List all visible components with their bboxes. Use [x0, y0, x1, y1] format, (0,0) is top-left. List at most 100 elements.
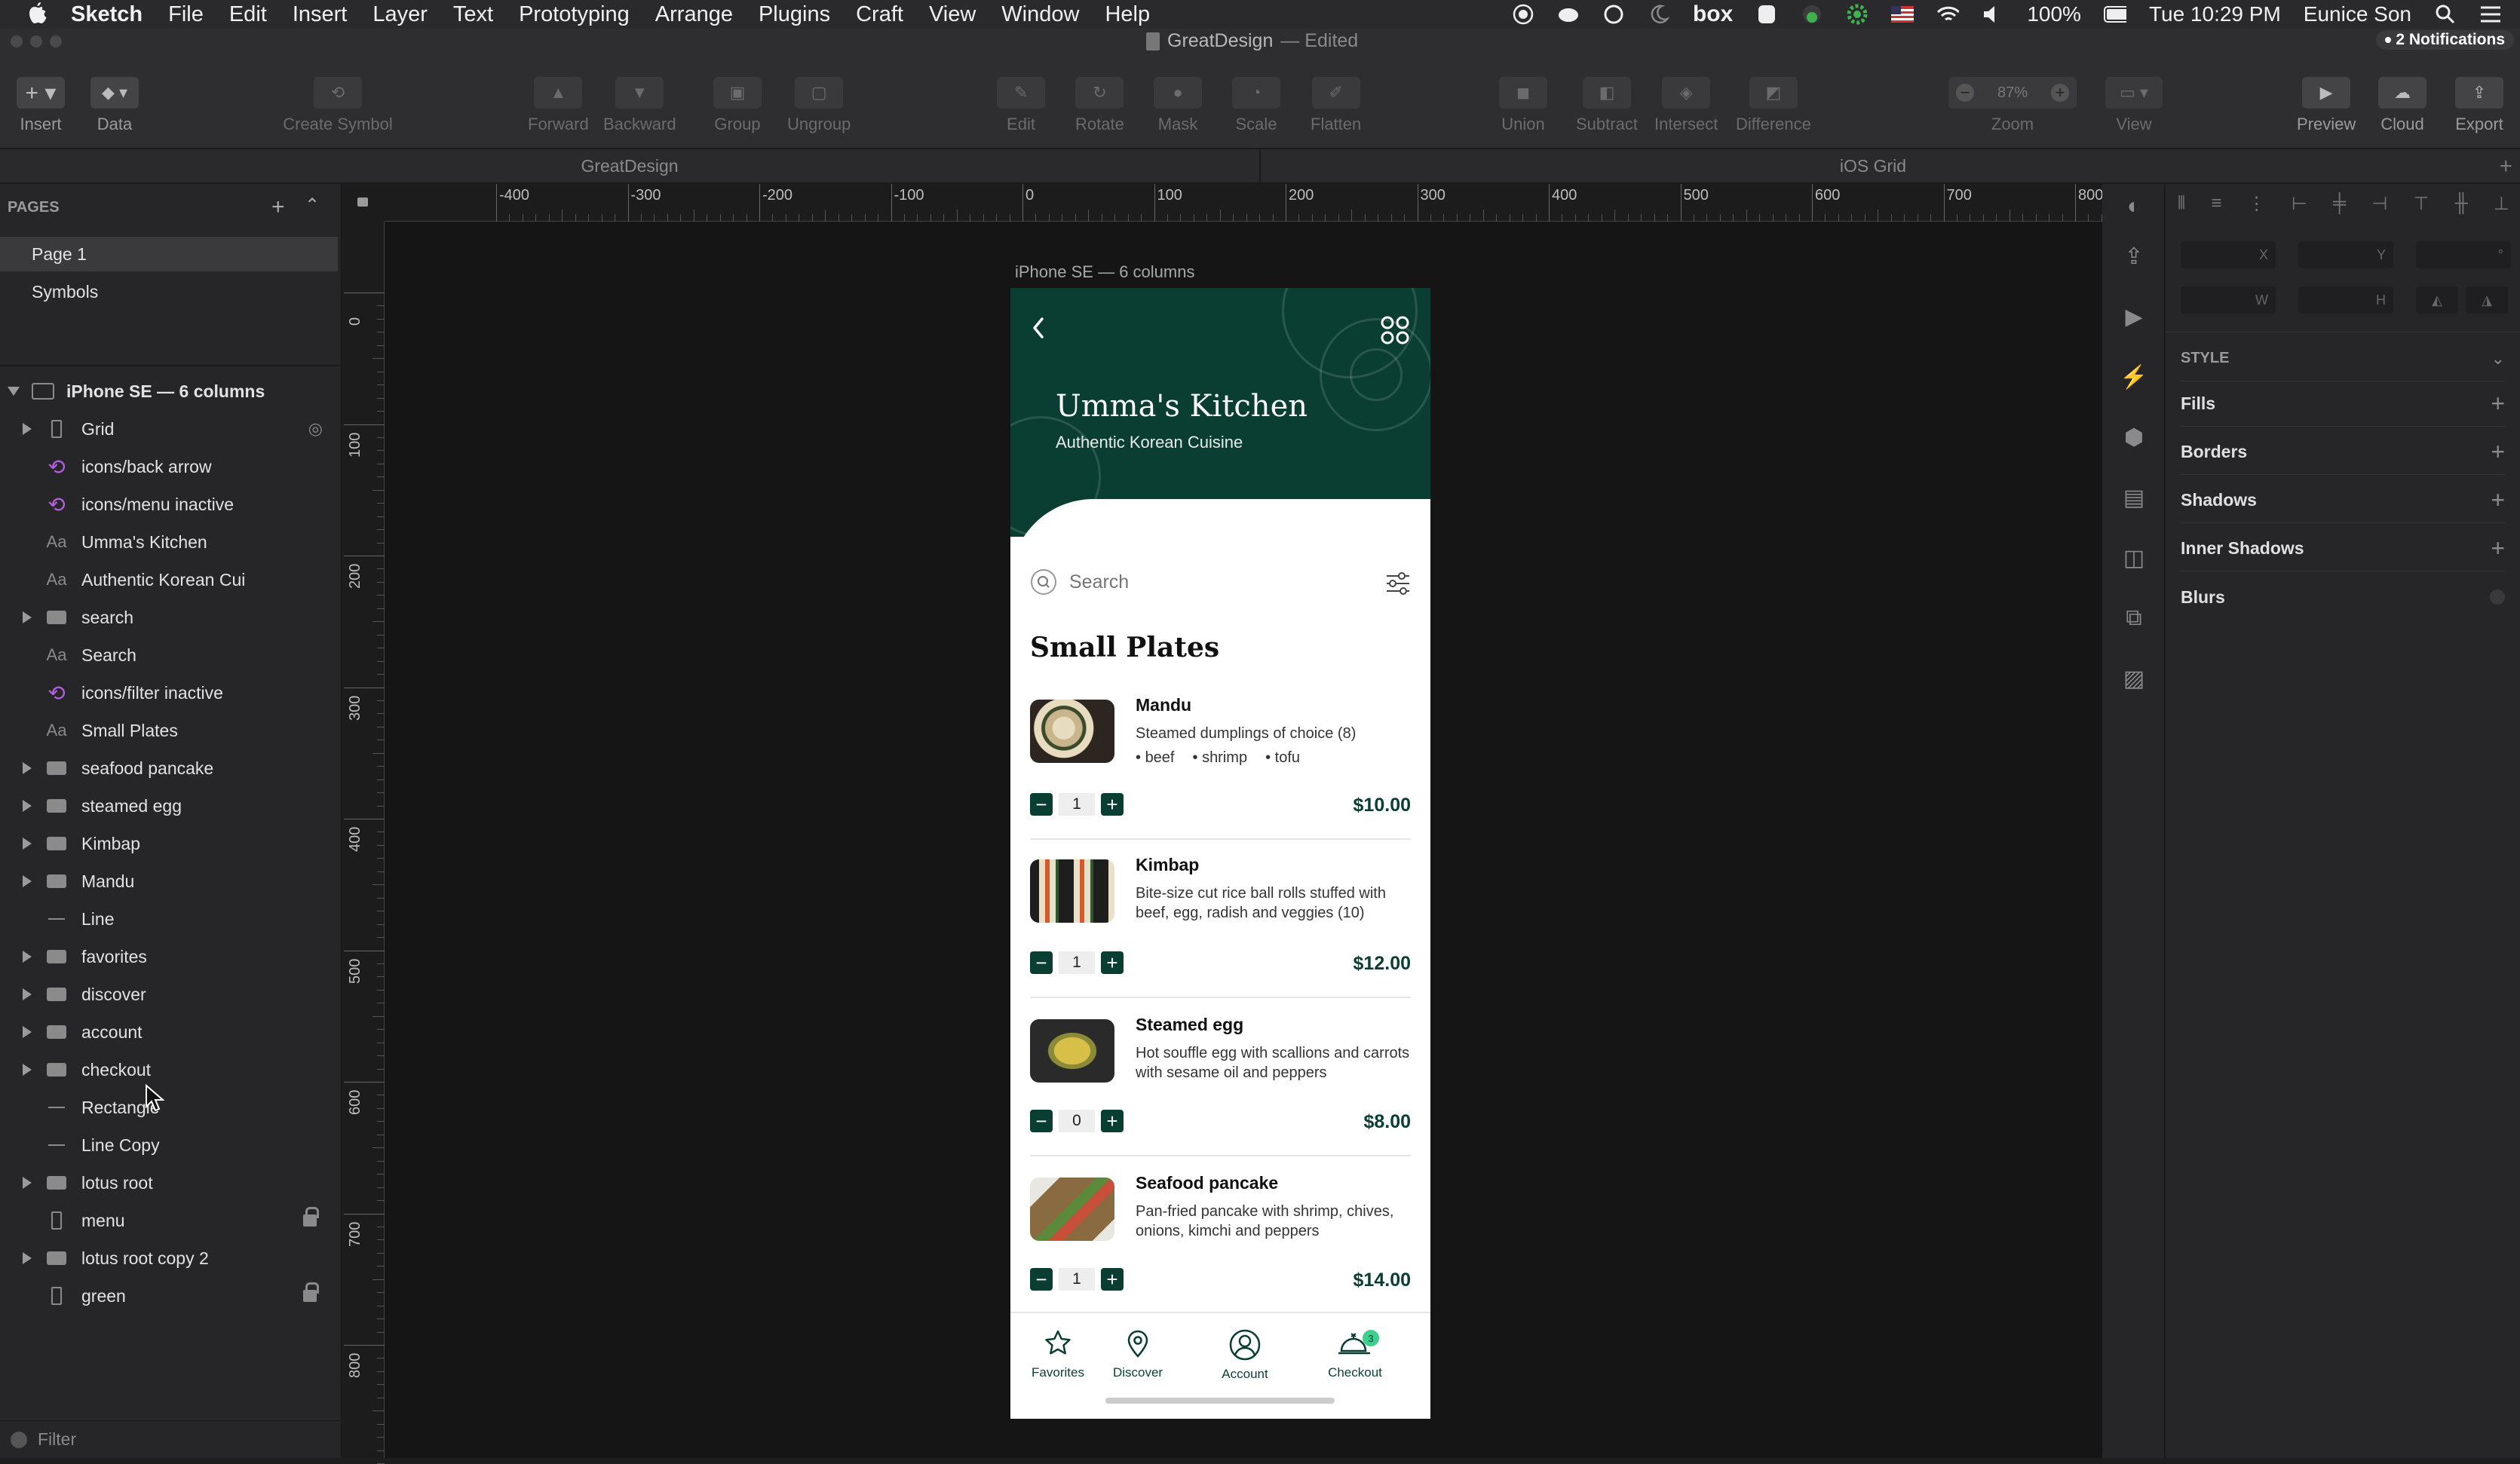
nav-checkout[interactable]: 3 Checkout	[1321, 1328, 1389, 1380]
expand-triangle-icon[interactable]	[23, 611, 32, 623]
align-middle-icon[interactable]: ╫	[2455, 193, 2468, 220]
nav-account[interactable]: Account	[1211, 1328, 1279, 1382]
chevron-down-icon[interactable]: ⌄	[2491, 349, 2505, 369]
layer-item[interactable]: green	[0, 1277, 342, 1315]
layer-item[interactable]: favorites	[0, 938, 342, 975]
filter-bar[interactable]: Filter	[0, 1420, 342, 1458]
share-icon[interactable]: ⇪	[2120, 243, 2148, 270]
align-bottom-icon[interactable]: ⊥	[2494, 193, 2509, 220]
expand-triangle-icon[interactable]	[23, 1026, 32, 1038]
nav-discover[interactable]: Discover	[1104, 1328, 1172, 1380]
inner-shadows-section[interactable]: Inner Shadows +	[2181, 526, 2505, 571]
box-label[interactable]: box	[1693, 2, 1733, 27]
union-button[interactable]: ◼ Union	[1499, 77, 1547, 134]
lightning-icon[interactable]: ⚡	[2120, 363, 2148, 391]
more-icon[interactable]: ⋮	[2248, 193, 2266, 220]
dashlane-icon[interactable]	[1755, 3, 1778, 26]
layer-item[interactable]: Aa Small Plates	[0, 712, 342, 749]
expand-triangle-icon[interactable]	[23, 1177, 32, 1189]
expand-triangle-icon[interactable]	[23, 762, 32, 774]
search-bar[interactable]	[1030, 565, 1411, 599]
group-button[interactable]: ▣ Group	[713, 77, 762, 134]
align-horizontal-center-icon[interactable]: ╪	[2333, 193, 2346, 220]
menu-edit[interactable]: Edit	[229, 2, 267, 27]
preview-button[interactable]: ▶ Preview	[2297, 77, 2356, 134]
ungroup-button[interactable]: ▢ Ungroup	[787, 77, 851, 134]
blurs-section[interactable]: Blurs	[2181, 574, 2505, 620]
align-left-icon[interactable]: ⊢	[2292, 193, 2307, 220]
layer-item[interactable]: lotus root	[0, 1164, 342, 1202]
add-page-icon[interactable]: +	[271, 194, 285, 220]
back-arrow-icon[interactable]	[1030, 315, 1047, 345]
layer-item[interactable]: Aa Search	[0, 636, 342, 674]
width-field[interactable]: W	[2181, 286, 2276, 314]
expand-triangle-icon[interactable]	[23, 1064, 32, 1076]
mask-button[interactable]: ● Mask	[1154, 77, 1202, 134]
layer-item[interactable]: Grid ◎	[0, 410, 342, 448]
artboard-tool-icon[interactable]: ◫	[2120, 544, 2148, 571]
menu-view[interactable]: View	[929, 2, 976, 27]
artboard-iphone-se[interactable]: Umma's Kitchen Authentic Korean Cuisine …	[1010, 288, 1430, 1419]
increase-quantity-button[interactable]: +	[1101, 951, 1124, 974]
sync-icon[interactable]	[1602, 3, 1625, 26]
export-button[interactable]: ⇪ Export	[2455, 77, 2503, 134]
lock-icon[interactable]	[303, 1207, 319, 1227]
data-button[interactable]: ◆ ▾ Data	[90, 77, 139, 134]
tab-greatdesign[interactable]: GreatDesign	[0, 149, 1261, 182]
option-beef[interactable]: • beef	[1136, 749, 1175, 767]
add-tab-icon[interactable]: +	[2499, 154, 2512, 179]
zoom-in-icon[interactable]: +	[2051, 83, 2069, 102]
menu-prototyping[interactable]: Prototyping	[519, 2, 630, 27]
wifi-icon[interactable]	[1936, 3, 1960, 26]
add-inner-shadow-icon[interactable]: +	[2491, 534, 2505, 562]
layer-item[interactable]: Kimbap	[0, 825, 342, 862]
component-icon[interactable]: ◐	[2120, 193, 2148, 220]
quantity-value[interactable]: 1	[1059, 793, 1095, 816]
layer-item[interactable]: Line Copy	[0, 1126, 342, 1164]
backward-button[interactable]: ▼ Backward	[603, 77, 676, 134]
shadows-section[interactable]: Shadows +	[2181, 478, 2505, 523]
forward-button[interactable]: ▲ Forward	[528, 77, 589, 134]
subtract-button[interactable]: ◧ Subtract	[1576, 77, 1638, 134]
zoom-control[interactable]: − 87% + Zoom	[1948, 77, 2077, 134]
menu-plugins[interactable]: Plugins	[759, 2, 830, 27]
expand-triangle-icon[interactable]	[23, 988, 32, 1000]
layer-item[interactable]: Aa Umma's Kitchen	[0, 523, 342, 561]
add-shadow-icon[interactable]: +	[2491, 486, 2505, 514]
minimize-window-button[interactable]	[30, 35, 42, 47]
menu-arrange[interactable]: Arrange	[655, 2, 733, 27]
expand-triangle-icon[interactable]	[23, 1252, 32, 1264]
layer-artboard[interactable]: iPhone SE — 6 columns	[0, 372, 342, 410]
notification-center-icon[interactable]	[2479, 3, 2502, 26]
prototype-play-icon[interactable]: ▶	[2120, 303, 2148, 330]
expand-triangle-icon[interactable]	[23, 875, 32, 887]
flatten-button[interactable]: ✐ Flatten	[1311, 77, 1361, 134]
layer-item[interactable]: account	[0, 1013, 342, 1051]
option-tofu[interactable]: • tofu	[1265, 749, 1300, 767]
menu-text[interactable]: Text	[453, 2, 493, 27]
menu-layer[interactable]: Layer	[372, 2, 428, 27]
page-item-symbols[interactable]: Symbols	[0, 274, 338, 309]
vertical-ruler[interactable]: 0 100 200 300 400 500 600 700 800	[344, 222, 385, 1464]
flip-vertical-button[interactable]: ◮	[2466, 286, 2508, 314]
user-name[interactable]: Eunice Son	[2304, 2, 2411, 26]
creative-cloud-icon[interactable]	[1557, 3, 1580, 26]
insert-button[interactable]: + ▾ Insert	[17, 77, 65, 134]
align-right-icon[interactable]: ⊣	[2371, 193, 2387, 220]
layer-item[interactable]: Rectangle	[0, 1089, 342, 1126]
collapse-pages-icon[interactable]: ⌃	[305, 194, 320, 216]
layer-item[interactable]: Aa Authentic Korean Cui	[0, 561, 342, 599]
increase-quantity-button[interactable]: +	[1101, 1268, 1124, 1291]
option-shrimp[interactable]: • shrimp	[1193, 749, 1248, 767]
quantity-value[interactable]: 0	[1059, 1110, 1095, 1132]
horizontal-ruler[interactable]: -400 -300 -200 -100 0 100 200 300 400 500 600 700 80…	[385, 184, 2195, 222]
close-window-button[interactable]	[11, 35, 23, 47]
increase-quantity-button[interactable]: +	[1101, 793, 1124, 816]
menu-craft[interactable]: Craft	[856, 2, 903, 27]
hexagon-icon[interactable]: ⬢	[2120, 424, 2148, 451]
quantity-value[interactable]: 1	[1059, 1268, 1095, 1291]
menu-help[interactable]: Help	[1105, 2, 1150, 27]
layer-item[interactable]: menu	[0, 1202, 342, 1239]
rotation-field[interactable]: °	[2416, 241, 2511, 268]
cloud-button[interactable]: ☁ Cloud	[2378, 77, 2426, 134]
